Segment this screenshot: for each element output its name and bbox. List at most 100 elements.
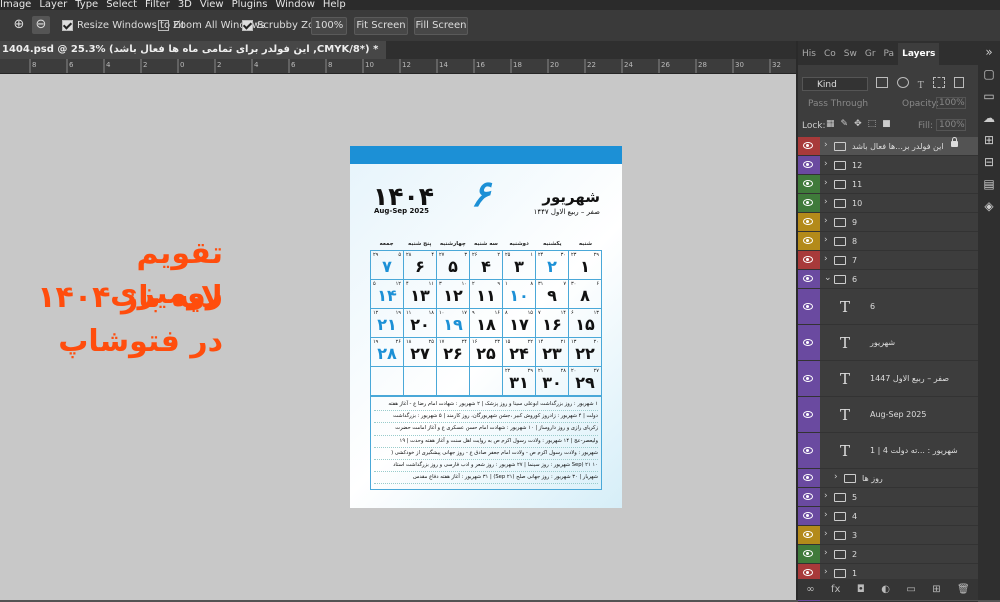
menu-type[interactable]: Type [75, 0, 98, 10]
layer-visibility-toggle[interactable] [798, 270, 820, 288]
lock-position-icon[interactable]: ✥ [854, 119, 862, 129]
layer-visibility-toggle[interactable] [798, 251, 820, 269]
kind-filter-select[interactable]: Kind [802, 77, 868, 91]
chevron-right-icon[interactable]: › [824, 178, 828, 188]
adjustment-layer-icon[interactable]: ◐ [881, 584, 890, 595]
layer-visibility-toggle[interactable] [798, 325, 820, 360]
new-layer-icon[interactable]: ⊞ [932, 584, 940, 595]
layer-visibility-toggle[interactable] [798, 488, 820, 506]
layer-row[interactable]: › 5 [798, 488, 978, 507]
layer-row[interactable]: T6 [798, 289, 978, 325]
fill-field[interactable]: 100% [936, 119, 966, 131]
layer-visibility-toggle[interactable] [798, 397, 820, 432]
filter-type-icon[interactable]: T [918, 81, 924, 91]
layers-panel-icon[interactable]: ◈ [978, 195, 1000, 217]
layer-visibility-toggle[interactable] [798, 507, 820, 525]
layer-row[interactable]: › این فولدر بر...ها فعال باشد [798, 137, 978, 156]
channels-icon[interactable]: ▤ [978, 173, 1000, 195]
libraries-icon[interactable]: ☁ [978, 107, 1000, 129]
tab-swatches[interactable]: Sw [840, 43, 861, 65]
chevron-right-icon[interactable]: › [824, 510, 828, 520]
filter-adjustment-icon[interactable] [896, 77, 909, 88]
menu-filter[interactable]: Filter [145, 0, 170, 10]
lock-artboard-icon[interactable]: ⬚ [868, 119, 877, 129]
add-mask-icon[interactable]: ◘ [857, 584, 865, 595]
layer-row[interactable]: › 12 [798, 156, 978, 175]
layer-visibility-toggle[interactable] [798, 526, 820, 544]
layer-row[interactable]: › 8 [798, 232, 978, 251]
comments-icon[interactable]: ▭ [978, 85, 1000, 107]
blend-mode-select[interactable]: Pass Through [808, 99, 878, 109]
layer-row[interactable]: › 10 [798, 194, 978, 213]
opacity-field[interactable]: 100% [936, 97, 966, 109]
chevron-right-icon[interactable]: › [824, 216, 828, 226]
layer-visibility-toggle[interactable] [798, 232, 820, 250]
menu-window[interactable]: Window [275, 0, 314, 10]
layer-row[interactable]: T Aug-Sep 2025 [798, 397, 978, 433]
layer-visibility-toggle[interactable] [798, 194, 820, 212]
menu-help[interactable]: Help [323, 0, 346, 10]
tab-color[interactable]: Co [820, 43, 840, 65]
chevron-right-icon[interactable]: › [824, 140, 828, 150]
chevron-right-icon[interactable]: › [824, 235, 828, 245]
layer-visibility-toggle[interactable] [798, 137, 820, 155]
menu-view[interactable]: View [200, 0, 224, 10]
layer-visibility-toggle[interactable] [798, 433, 820, 468]
menu-3d[interactable]: 3D [178, 0, 192, 10]
horizontal-ruler[interactable]: 8 6 4 2 0 2 4 6 8 10 12 14 16 18 20 22 24 26 28 30 32 [0, 59, 796, 74]
tab-gradients[interactable]: Gr [861, 43, 880, 65]
chevron-right-icon[interactable]: › [824, 254, 828, 264]
filter-shape-icon[interactable] [932, 77, 945, 88]
layer-visibility-toggle[interactable] [798, 361, 820, 396]
filter-smart-object-icon[interactable] [953, 77, 964, 88]
layer-row[interactable]: › 3 [798, 526, 978, 545]
layer-visibility-toggle[interactable] [798, 545, 820, 563]
zoom-in-icon[interactable]: ⊕ [10, 16, 28, 34]
tab-patterns[interactable]: Pa [880, 43, 899, 65]
chevron-right-icon[interactable]: › [834, 472, 838, 482]
chevron-right-icon[interactable]: › [824, 197, 828, 207]
layer-row[interactable]: › 11 [798, 175, 978, 194]
adjustments-icon[interactable]: ⊟ [978, 151, 1000, 173]
delete-layer-icon[interactable]: 🗑 [957, 584, 970, 595]
layer-row[interactable]: T شهریور [798, 325, 978, 361]
fill-screen-button[interactable]: Fill Screen [414, 17, 468, 35]
chevron-right-icon[interactable]: › [824, 529, 828, 539]
zoom-value-field[interactable]: 100% [311, 17, 347, 35]
layer-row[interactable]: T صفر – ربیع الاول 1447 [798, 361, 978, 397]
fit-screen-button[interactable]: Fit Screen [354, 17, 408, 35]
menu-image[interactable]: Image [0, 0, 31, 10]
document-tab[interactable]: 1404.psd @ 25.3% (این فولدر برای تمامی م… [0, 41, 387, 59]
learn-icon[interactable]: ▢ [978, 63, 1000, 85]
collapse-icon[interactable]: » [978, 41, 1000, 63]
chevron-right-icon[interactable]: › [824, 548, 828, 558]
layer-visibility-toggle[interactable] [798, 213, 820, 231]
chevron-right-icon[interactable]: › [824, 159, 828, 169]
layer-row[interactable]: › 9 [798, 213, 978, 232]
chevron-down-icon[interactable]: ⌄ [824, 273, 832, 283]
new-group-icon[interactable]: ▭ [906, 584, 915, 595]
layer-visibility-toggle[interactable] [798, 469, 820, 487]
menu-layer[interactable]: Layer [39, 0, 67, 10]
chevron-right-icon[interactable]: › [824, 567, 828, 577]
tab-layers[interactable]: Layers [898, 43, 940, 65]
properties-icon[interactable]: ⊞ [978, 129, 1000, 151]
layer-row[interactable]: › 2 [798, 545, 978, 564]
link-layers-icon[interactable]: ∞ [806, 584, 814, 595]
menu-plugins[interactable]: Plugins [232, 0, 268, 10]
layer-row[interactable]: T 1 | 4 شهریور : ...ته دولت [798, 433, 978, 469]
layer-row[interactable]: ⌄ 6 [798, 270, 978, 289]
layer-row[interactable]: › 4 [798, 507, 978, 526]
lock-image-icon[interactable]: ✎ [841, 119, 849, 129]
fx-icon[interactable]: fx [831, 584, 840, 595]
tab-history[interactable]: His [798, 43, 820, 65]
layer-visibility-toggle[interactable] [798, 175, 820, 193]
lock-transparent-icon[interactable]: ▦ [826, 119, 835, 129]
chevron-right-icon[interactable]: › [824, 491, 828, 501]
lock-all-icon[interactable]: ■ [882, 119, 891, 129]
layer-visibility-toggle[interactable] [798, 289, 820, 324]
zoom-out-icon[interactable]: ⊖ [32, 16, 50, 34]
layer-visibility-toggle[interactable] [798, 156, 820, 174]
menu-select[interactable]: Select [106, 0, 137, 10]
filter-pixel-icon[interactable] [876, 77, 888, 88]
